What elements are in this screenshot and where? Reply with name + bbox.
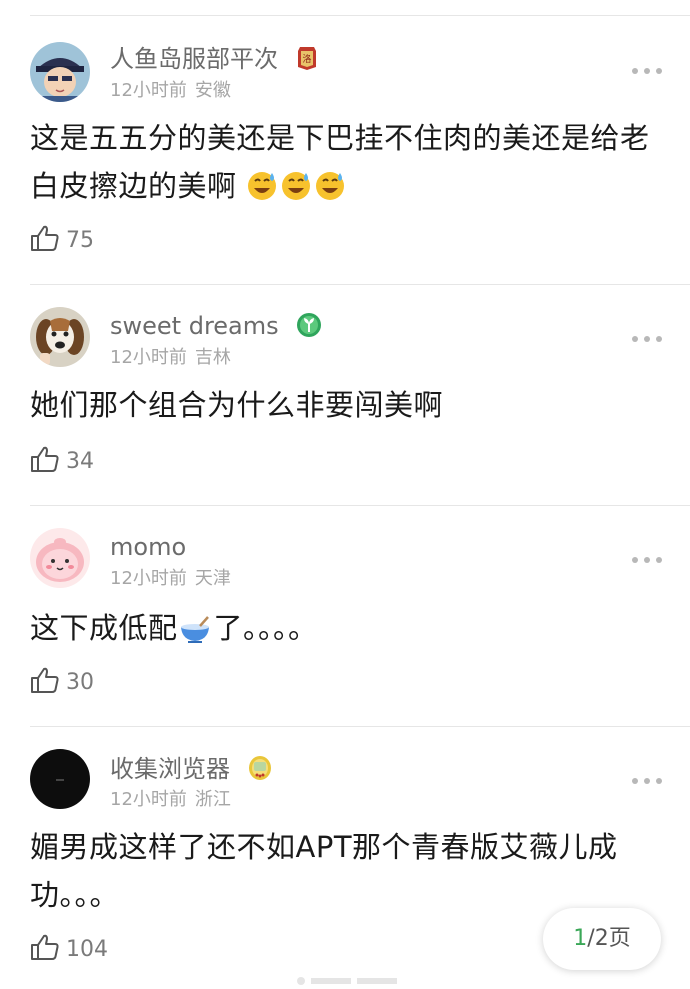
comment-item: 人鱼岛服部平次 洛 12小时前 安徽 这是五五分的美还是下巴挂不住肉的美还是给老白… xyxy=(0,0,690,285)
username[interactable]: 收集浏览器 xyxy=(110,753,272,788)
comment-time: 12小时前 xyxy=(110,789,187,810)
like-button[interactable]: 104 xyxy=(30,933,108,963)
page-current: 1 xyxy=(573,926,588,951)
page-total: /2页 xyxy=(587,926,631,951)
like-count: 104 xyxy=(66,937,108,962)
like-count: 75 xyxy=(66,228,94,253)
thumbs-up-icon xyxy=(31,446,59,472)
comment-location: 安徽 xyxy=(194,80,231,101)
like-button[interactable]: 30 xyxy=(30,666,94,696)
avatar[interactable] xyxy=(30,42,90,102)
comment-time: 12小时前 xyxy=(110,80,187,101)
medal-badge-icon[interactable]: 洛 xyxy=(296,45,318,78)
more-options-icon[interactable] xyxy=(632,557,662,565)
svg-text:洛: 洛 xyxy=(302,53,311,65)
comment-location: 天津 xyxy=(194,568,231,589)
comment-location: 吉林 xyxy=(194,347,231,368)
like-button[interactable]: 75 xyxy=(30,224,94,254)
username[interactable]: sweet dreams xyxy=(110,311,322,345)
thumbs-up-icon xyxy=(31,225,59,251)
bowl-emoji xyxy=(178,610,212,658)
comment-text: 媚男成这样了还不如APT那个青春版艾薇儿成功。。。 xyxy=(30,830,618,912)
comment-meta: 12小时前 天津 xyxy=(110,567,231,591)
tamagotchi-badge-icon[interactable] xyxy=(248,753,272,788)
comment-time: 12小时前 xyxy=(110,347,187,368)
comment-item: momo 12小时前 天津 这下成低配 了。。。。 30 xyxy=(0,506,690,726)
like-count: 34 xyxy=(66,449,94,474)
page-indicator-button[interactable]: 1/2页 xyxy=(543,908,661,970)
thumbs-up-icon xyxy=(31,934,59,960)
sprout-badge-icon[interactable] xyxy=(296,312,322,345)
watermark-icon xyxy=(295,970,405,985)
comment-text: 她们那个组合为什么非要闯美啊 xyxy=(30,388,444,422)
sweat-smile-emoji xyxy=(246,168,278,216)
avatar[interactable] xyxy=(30,307,90,367)
comment-time: 12小时前 xyxy=(110,568,187,589)
more-options-icon[interactable] xyxy=(632,68,662,76)
avatar[interactable] xyxy=(30,749,90,809)
like-count: 30 xyxy=(66,670,94,695)
thumbs-up-icon xyxy=(31,667,59,693)
comment-text: 这下成低配 了。。。。 xyxy=(30,604,660,658)
comment-meta: 12小时前 浙江 xyxy=(110,788,231,812)
username[interactable]: 人鱼岛服部平次 洛 xyxy=(110,44,318,78)
more-options-icon[interactable] xyxy=(632,336,662,344)
avatar[interactable] xyxy=(30,528,90,588)
more-options-icon[interactable] xyxy=(632,778,662,786)
comment-meta: 12小时前 安徽 xyxy=(110,79,231,103)
username[interactable]: momo xyxy=(110,532,186,562)
sweat-smile-emoji xyxy=(280,168,312,216)
comment-item: sweet dreams 12小时前 吉林 她们那个组合为什么非要闯美啊 34 xyxy=(0,285,690,505)
comment-location: 浙江 xyxy=(194,789,231,810)
comment-text: 这是五五分的美还是下巴挂不住肉的美还是给老白皮擦边的美啊 xyxy=(30,114,660,216)
sweat-smile-emoji xyxy=(314,168,346,216)
comment-meta: 12小时前 吉林 xyxy=(110,346,231,370)
like-button[interactable]: 34 xyxy=(30,445,94,475)
